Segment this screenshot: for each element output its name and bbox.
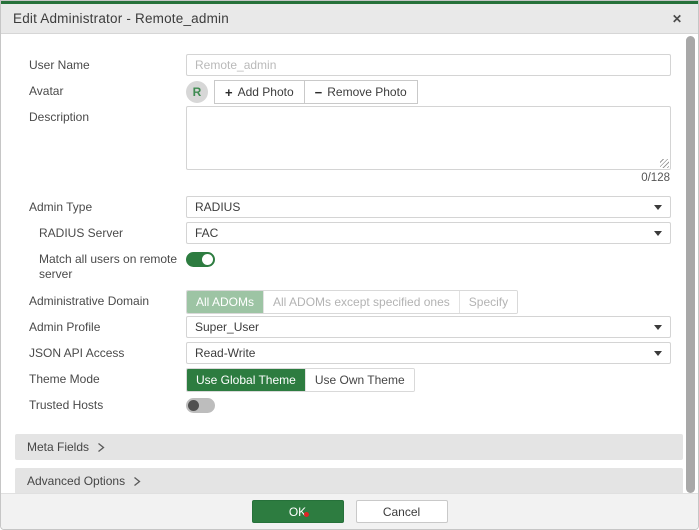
dialog-footer: OK Cancel [1,493,698,529]
description-row: Description 0/128 [29,106,671,184]
meta-fields-section[interactable]: Meta Fields [15,434,683,460]
segment-use-global-theme[interactable]: Use Global Theme [187,369,305,391]
advanced-options-section[interactable]: Advanced Options [15,468,683,494]
plus-icon: + [225,84,233,100]
edit-administrator-dialog: Edit Administrator - Remote_admin ✕ User… [0,0,699,530]
trusted-hosts-row: Trusted Hosts [29,394,671,418]
collapsed-sections: Meta Fields Advanced Options [1,434,698,494]
theme-mode-row: Theme Mode Use Global Theme Use Own Them… [29,368,671,392]
administrative-domain-segment: All ADOMs All ADOMs except specified one… [186,290,519,314]
admin-type-value: RADIUS [195,200,241,214]
chevron-down-icon [654,204,662,210]
administrative-domain-row: Administrative Domain All ADOMs All ADOM… [29,290,671,314]
user-name-input[interactable] [186,54,671,76]
user-name-row: User Name [29,54,671,78]
admin-type-select[interactable]: RADIUS [186,196,671,218]
minus-icon: − [314,84,323,100]
match-all-users-toggle[interactable] [186,252,215,267]
segment-use-own-theme[interactable]: Use Own Theme [304,369,414,391]
remove-photo-button[interactable]: − Remove Photo [303,80,418,104]
chevron-down-icon [654,324,662,330]
match-all-users-row: Match all users on remote server [29,248,671,282]
radius-server-row: RADIUS Server FAC [29,222,671,246]
trusted-hosts-label: Trusted Hosts [29,398,104,412]
radius-server-select[interactable]: FAC [186,222,671,244]
cursor-click-marker [304,512,309,517]
administrative-domain-label: Administrative Domain [29,294,150,308]
char-counter: 0/128 [641,172,670,184]
chevron-right-icon [134,476,141,486]
segment-specify[interactable]: Specify [458,291,518,313]
match-all-users-label: Match all users on remote server [39,252,178,281]
admin-profile-select[interactable]: Super_User [186,316,671,338]
toggle-knob [188,400,199,411]
radius-server-label: RADIUS Server [39,226,124,240]
admin-profile-value: Super_User [195,320,260,334]
description-label: Description [29,110,90,124]
ok-button[interactable]: OK [251,500,344,523]
user-name-label: User Name [29,58,90,72]
avatar: R [186,81,208,103]
close-icon[interactable]: ✕ [668,10,686,28]
theme-mode-label: Theme Mode [29,372,100,386]
scrollbar-thumb[interactable] [686,36,695,493]
cancel-button[interactable]: Cancel [355,500,448,523]
remove-photo-label: Remove Photo [327,85,407,99]
chevron-down-icon [654,230,662,236]
json-api-access-row: JSON API Access Read-Write [29,342,671,366]
admin-profile-label: Admin Profile [29,320,101,334]
dialog-title: Edit Administrator - Remote_admin [13,11,229,26]
segment-all-adoms[interactable]: All ADOMs [187,291,264,313]
json-api-access-value: Read-Write [195,346,256,360]
admin-type-label: Admin Type [29,200,93,214]
theme-mode-segment: Use Global Theme Use Own Theme [186,368,415,392]
admin-type-row: Admin Type RADIUS [29,196,671,220]
meta-fields-label: Meta Fields [27,440,90,454]
description-textarea[interactable] [186,106,671,170]
avatar-label: Avatar [29,84,64,98]
segment-all-adoms-except[interactable]: All ADOMs except specified ones [263,291,459,313]
add-photo-label: Add Photo [237,85,294,99]
json-api-access-select[interactable]: Read-Write [186,342,671,364]
toggle-knob [202,254,213,265]
resize-grip-icon[interactable] [660,159,669,168]
chevron-right-icon [98,442,105,452]
chevron-down-icon [654,350,662,356]
json-api-access-label: JSON API Access [29,346,125,360]
avatar-row: Avatar R + Add Photo − Remove Photo [29,80,671,104]
add-photo-button[interactable]: + Add Photo [214,80,305,104]
admin-profile-row: Admin Profile Super_User [29,316,671,340]
trusted-hosts-toggle[interactable] [186,398,215,413]
dialog-body: User Name Avatar R + Add Photo − Remove … [1,34,698,418]
advanced-options-label: Advanced Options [27,474,126,488]
radius-server-value: FAC [195,226,219,240]
dialog-titlebar: Edit Administrator - Remote_admin ✕ [1,4,698,34]
